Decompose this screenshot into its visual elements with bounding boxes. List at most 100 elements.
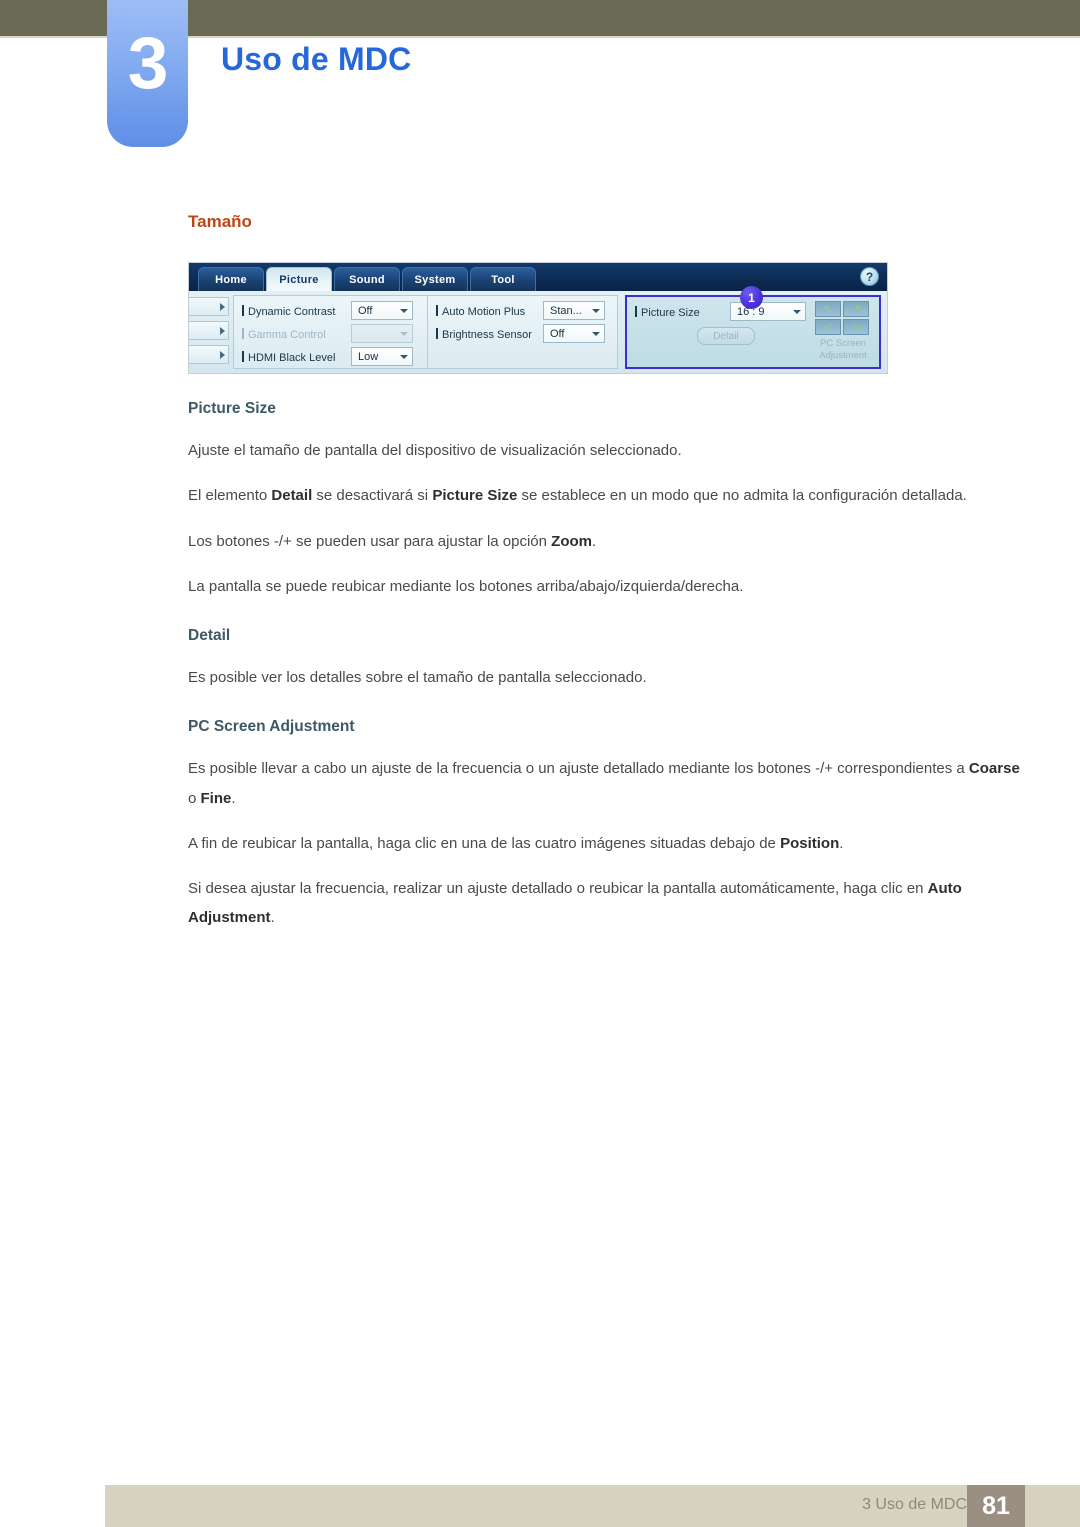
chevron-down-icon: [400, 331, 408, 336]
mdc-collapsed-panel-stubs: [189, 297, 229, 369]
chevron-down-icon: [592, 308, 600, 313]
body-paragraph: Es posible llevar a cabo un ajuste de la…: [188, 754, 1020, 813]
page-header: 3 Uso de MDC: [0, 0, 1080, 160]
mdc-combo-dynamic-contrast[interactable]: Off: [351, 301, 413, 320]
body-paragraph: Si desea ajustar la frecuencia, realizar…: [188, 874, 1020, 933]
emphasized-term: Zoom: [551, 532, 592, 550]
mdc-pc-screen-label-line2: Adjustment: [819, 349, 867, 361]
mdc-tab-home[interactable]: Home: [198, 267, 264, 291]
paragraph-text: Ajuste el tamaño de pantalla del disposi…: [188, 442, 682, 459]
chevron-down-icon: [793, 309, 801, 314]
mdc-group-column-c-highlighted: 1 Picture Size 16 : 9 Detail ↖ ↗ ↙ ↘ PC …: [625, 286, 881, 369]
arrow-up-right-icon[interactable]: ↗: [843, 301, 869, 317]
mdc-field-dynamic-contrast: Dynamic Contrast: [242, 301, 335, 321]
section-heading: Detail: [188, 627, 231, 644]
mdc-tab-tool[interactable]: Tool: [470, 267, 536, 291]
mdc-position-arrow-grid[interactable]: ↖ ↗ ↙ ↘: [815, 301, 869, 335]
mdc-label-hdmi-black-level: HDMI Black Level: [242, 351, 335, 364]
footer-chapter-label: 3 Uso de MDC: [862, 1496, 967, 1513]
chevron-right-icon: [220, 302, 225, 311]
mdc-panel-stub[interactable]: [189, 297, 229, 316]
mdc-tab-system[interactable]: System: [402, 267, 468, 291]
emphasized-term: Picture Size: [432, 487, 518, 505]
chapter-number-tab: 3: [107, 0, 188, 147]
mdc-tab-sound[interactable]: Sound: [334, 267, 400, 291]
paragraph-text: El elemento: [188, 487, 272, 505]
arrow-up-left-icon[interactable]: ↖: [815, 301, 841, 317]
mdc-pc-screen-label-line1: PC Screen: [820, 338, 866, 349]
document-sections: Picture Size Ajuste el tamaño de pantalla…: [188, 400, 1020, 933]
chevron-right-icon: [220, 350, 225, 359]
body-paragraph: El elemento Detail se desactivará si Pic…: [188, 481, 1020, 510]
page-title: Uso de MDC: [221, 41, 412, 77]
page-footer: 3 Uso de MDC 81: [105, 1485, 1080, 1527]
mdc-field-gamma-control: Gamma Control: [242, 324, 326, 344]
paragraph-text: o: [188, 789, 201, 807]
mdc-panel-stub[interactable]: [189, 345, 229, 364]
chevron-down-icon: [400, 354, 408, 359]
chapter-number: 3: [127, 23, 169, 104]
paragraph-text: se desactivará si: [312, 487, 433, 505]
body-paragraph: A fin de reubicar la pantalla, haga clic…: [188, 829, 1020, 858]
mdc-tab-picture[interactable]: Picture: [266, 267, 332, 291]
paragraph-text: Es posible ver los detalles sobre el tam…: [188, 669, 647, 686]
emphasized-term: Fine: [200, 789, 232, 807]
chevron-down-icon: [592, 331, 600, 336]
body-paragraph: Es posible ver los detalles sobre el tam…: [188, 663, 1020, 692]
paragraph-text: .: [231, 789, 236, 807]
mdc-combo-gamma-control: [351, 324, 413, 343]
emphasized-term: Coarse: [968, 760, 1020, 778]
mdc-label-auto-motion-plus: Auto Motion Plus: [436, 305, 525, 318]
footer-page-number: 81: [967, 1485, 1025, 1527]
callout-badge-1: 1: [740, 286, 763, 309]
help-icon[interactable]: ?: [860, 267, 879, 286]
mdc-field-auto-motion-plus: Auto Motion Plus: [436, 301, 525, 321]
mdc-panel-stub[interactable]: [189, 321, 229, 340]
paragraph-text: A fin de reubicar la pantalla, haga clic…: [188, 834, 781, 852]
section-heading: Picture Size: [188, 400, 276, 417]
paragraph-text: .: [270, 909, 275, 927]
mdc-combo-auto-motion-plus[interactable]: Stan...: [543, 301, 605, 320]
mdc-combo-value-auto-motion-plus: Stan...: [550, 304, 582, 317]
chevron-right-icon: [220, 326, 225, 335]
mdc-group-column-a: Dynamic Contrast Off Gamma Control HDMI …: [233, 295, 428, 369]
paragraph-text: se establece en un modo que no admita la…: [517, 487, 967, 505]
mdc-label-dynamic-contrast: Dynamic Contrast: [242, 305, 335, 318]
mdc-label-picture-size: Picture Size: [635, 306, 700, 319]
paragraph-text: Es posible llevar a cabo un ajuste de la…: [188, 760, 969, 778]
paragraph-text: Si desea ajustar la frecuencia, realizar…: [188, 880, 928, 897]
mdc-detail-button: Detail: [697, 327, 755, 345]
mdc-group-column-b: Auto Motion Plus Stan... Brightness Sens…: [428, 295, 618, 369]
body-paragraph: Ajuste el tamaño de pantalla del disposi…: [188, 436, 1020, 465]
mdc-pc-screen-adjustment: ↖ ↗ ↙ ↘ PC Screen Adjustment: [815, 301, 871, 362]
emphasized-term: Detail: [271, 487, 313, 505]
mdc-tab-bar: Home Picture Sound System Tool: [198, 267, 536, 291]
mdc-label-brightness-sensor: Brightness Sensor: [436, 328, 532, 341]
emphasized-term: Position: [780, 834, 840, 852]
paragraph-text: .: [839, 834, 844, 852]
mdc-field-picture-size: Picture Size: [635, 302, 700, 322]
mdc-panel-body: Dynamic Contrast Off Gamma Control HDMI …: [189, 286, 887, 373]
section-heading: PC Screen Adjustment: [188, 718, 355, 736]
mdc-combo-brightness-sensor[interactable]: Off: [543, 324, 605, 343]
body-paragraph: La pantalla se puede reubicar mediante l…: [188, 572, 1020, 601]
arrow-down-left-icon[interactable]: ↙: [815, 319, 841, 335]
mdc-combo-picture-size[interactable]: 16 : 9: [730, 302, 806, 321]
mdc-combo-value-dynamic-contrast: Off: [358, 304, 373, 317]
mdc-combo-hdmi-black-level[interactable]: Low: [351, 347, 413, 366]
mdc-field-brightness-sensor: Brightness Sensor: [436, 324, 532, 344]
paragraph-text: Los botones -/+ se pueden usar para ajus…: [188, 532, 552, 550]
mdc-combo-value-hdmi-black-level: Low: [358, 350, 379, 363]
mdc-picture-tab-screenshot: Home Picture Sound System Tool ? Dynamic…: [188, 262, 888, 374]
mdc-label-gamma-control: Gamma Control: [242, 328, 326, 341]
mdc-pc-screen-adjustment-label: PC Screen Adjustment: [815, 338, 871, 362]
section-title: Tamaño: [188, 212, 252, 231]
mdc-field-hdmi-black-level: HDMI Black Level: [242, 347, 335, 367]
chevron-down-icon: [400, 308, 408, 313]
arrow-down-right-icon[interactable]: ↘: [843, 319, 869, 335]
paragraph-text: .: [592, 532, 597, 550]
mdc-combo-value-brightness-sensor: Off: [550, 327, 565, 340]
content-area: Tamaño Home Picture Sound System Tool ? …: [188, 212, 1020, 949]
body-paragraph: Los botones -/+ se pueden usar para ajus…: [188, 527, 1020, 556]
paragraph-text: La pantalla se puede reubicar mediante l…: [188, 577, 744, 595]
